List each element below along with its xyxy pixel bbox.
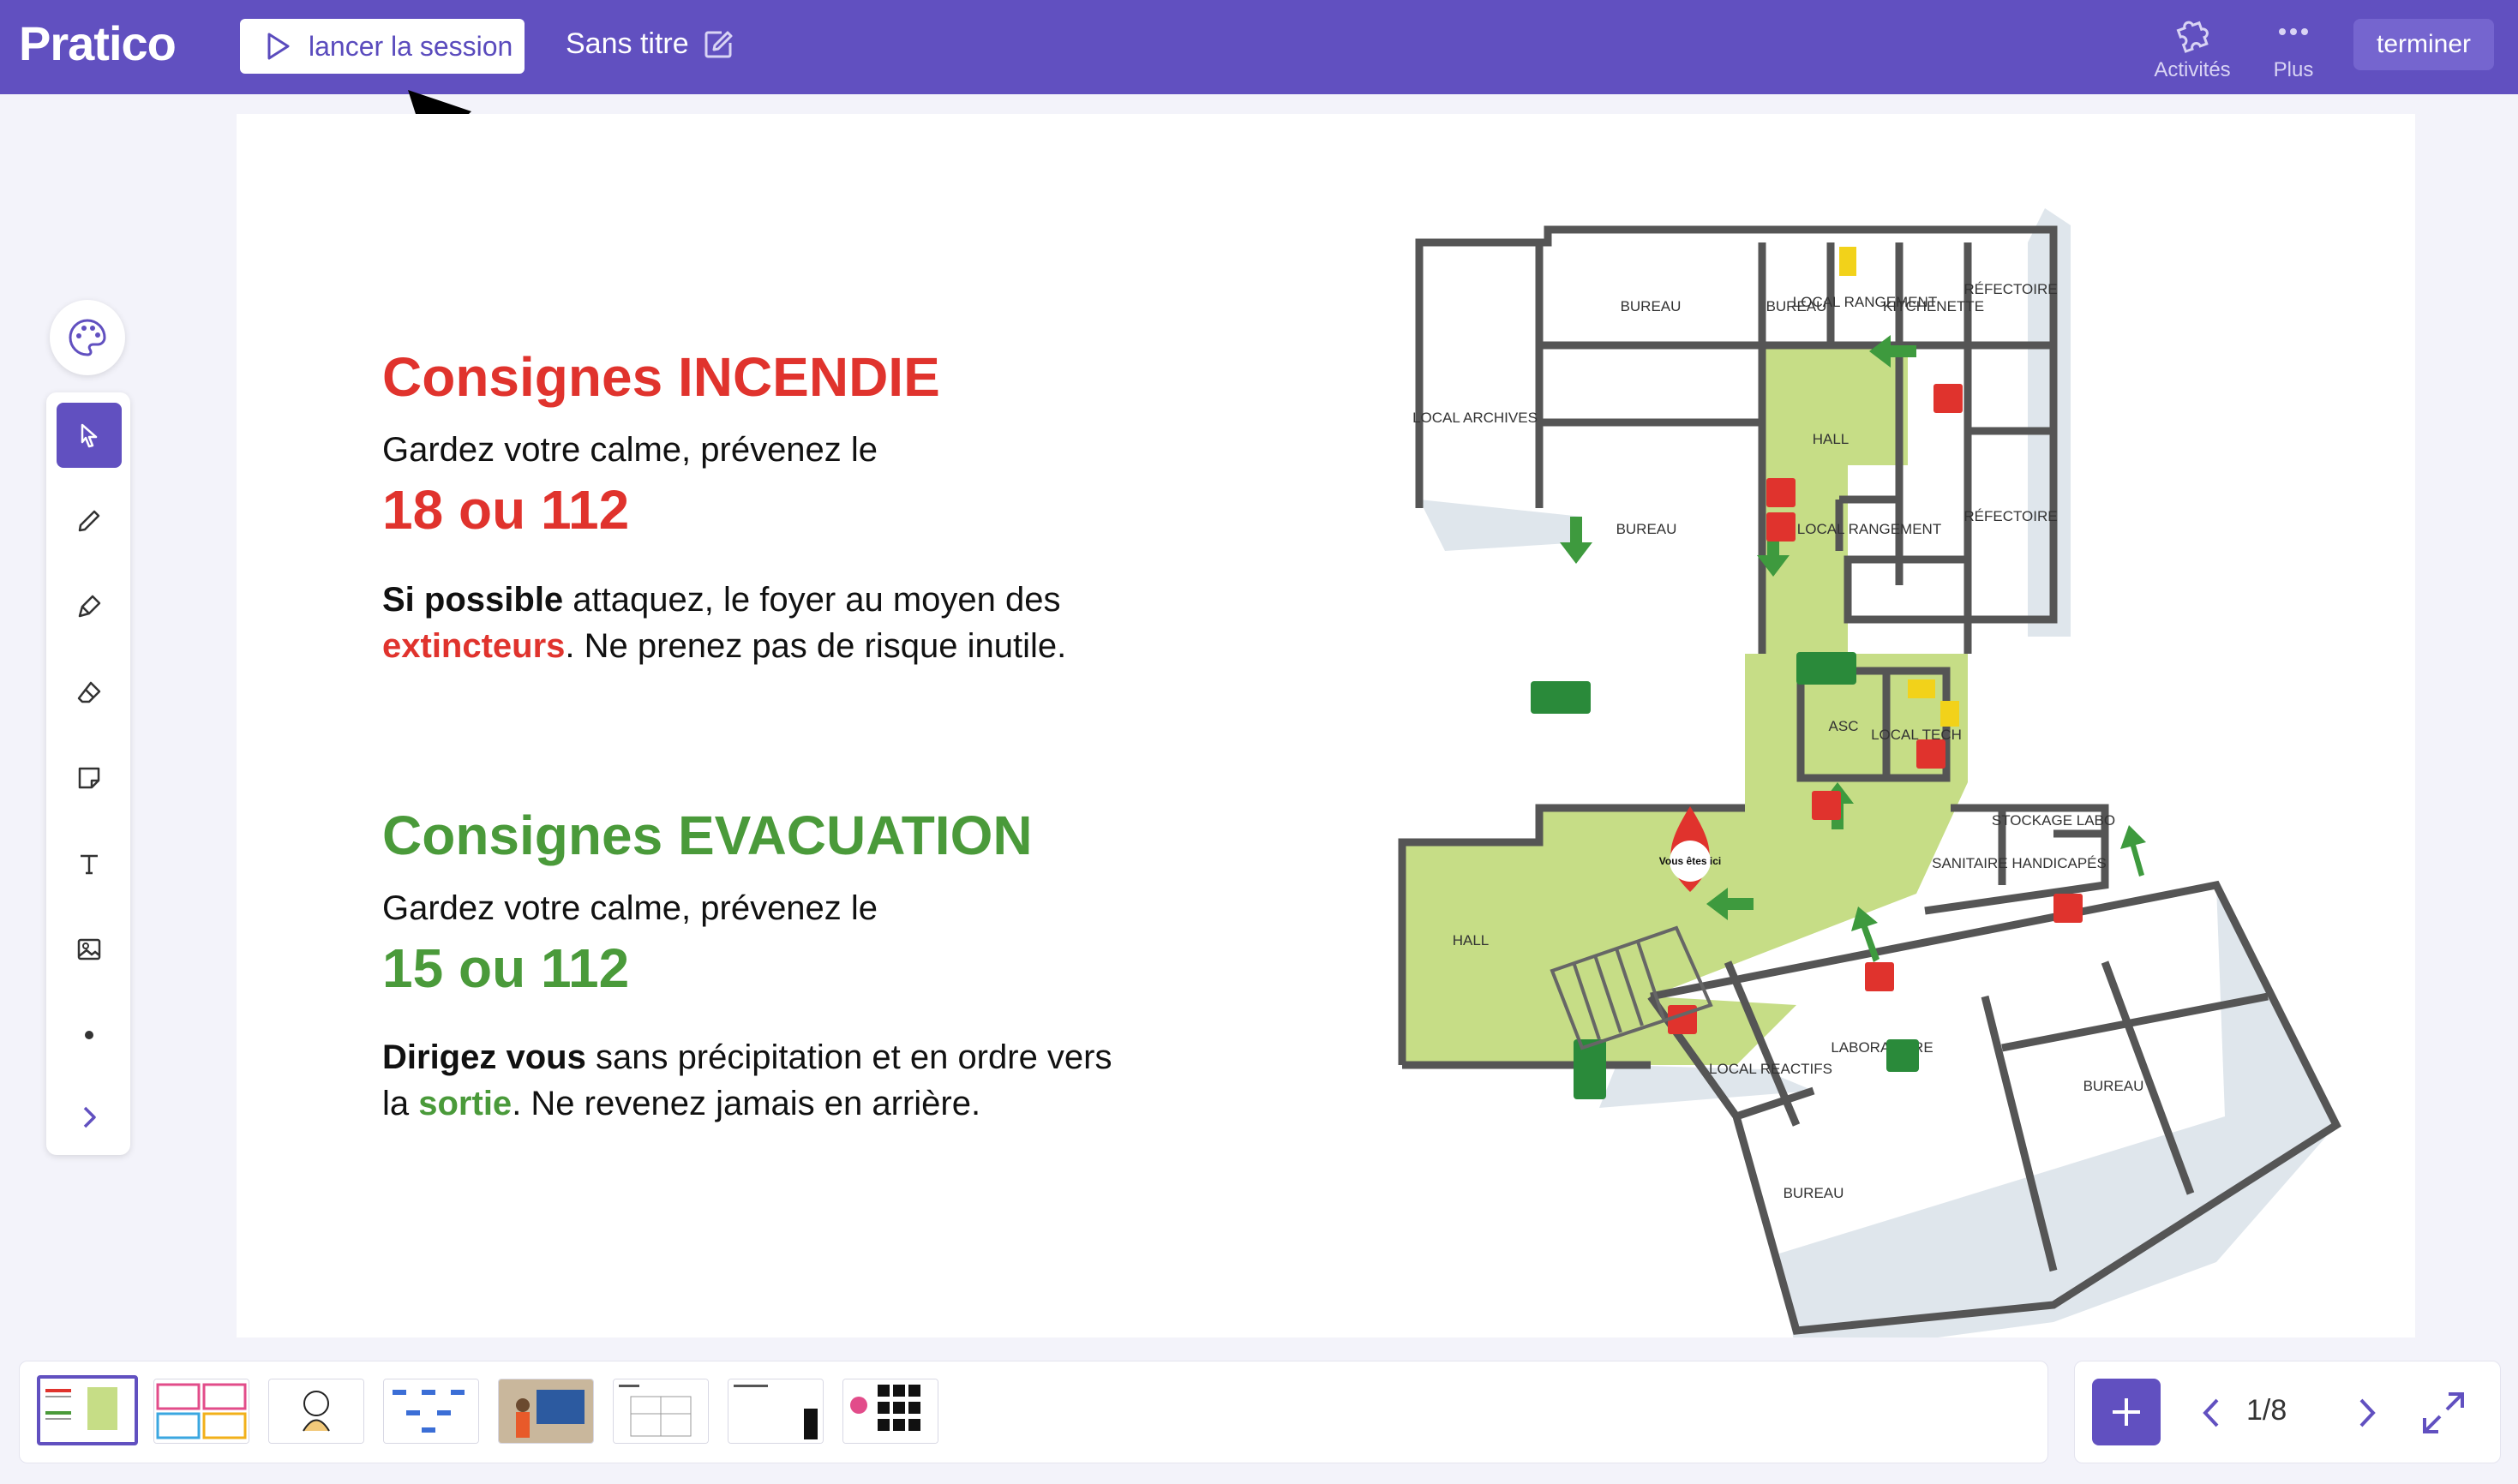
slide-thumbnail[interactable] — [728, 1379, 824, 1444]
fire-instruction: Gardez votre calme, prévenez le — [382, 431, 878, 469]
previous-page-button[interactable] — [2200, 1397, 2222, 1428]
map-label-bureau-1: BUREAU — [1621, 298, 1682, 314]
map-label-hall-1: HALL — [1813, 431, 1850, 447]
map-label-bureau-5: BUREAU — [1784, 1185, 1844, 1201]
slide-preview-2 — [154, 1379, 249, 1443]
app-logo: Pratico — [19, 16, 177, 70]
evac-paragraph: Dirigez vous sans précipitation et en or… — [382, 1038, 1112, 1122]
page-indicator: 1/8 — [2246, 1394, 2287, 1427]
highlighter-tool[interactable] — [57, 574, 122, 639]
fire-number: 18 ou 112 — [382, 479, 630, 541]
slide-preview-3 — [269, 1379, 363, 1443]
map-label-asc: ASC — [1829, 718, 1859, 734]
slide-thumbnail[interactable] — [153, 1379, 249, 1444]
dot-size-tool[interactable] — [57, 1002, 122, 1068]
finish-button[interactable]: terminer — [2353, 19, 2494, 70]
map-label-refectoire-1: RÉFECTOIRE — [1963, 281, 2057, 297]
map-label-local-reactifs: LOCAL REACTIFS — [1709, 1061, 1832, 1077]
slide-thumbnail[interactable] — [268, 1379, 364, 1444]
emergency-exit-sign-2 — [1796, 652, 1856, 685]
text-icon — [81, 854, 98, 875]
first-aid-sign — [1886, 1039, 1919, 1072]
edit-icon[interactable] — [703, 29, 734, 60]
map-label-hall-2: HALL — [1453, 932, 1490, 948]
activities-label: Activités — [2154, 58, 2231, 81]
map-label-stockage-labo: STOCKAGE LABO — [1992, 812, 2115, 829]
chevron-right-icon — [83, 1106, 96, 1128]
sticky-note-icon — [78, 767, 100, 789]
image-icon — [77, 938, 101, 960]
top-bar: Pratico lancer la session Sans titre Act… — [0, 0, 2518, 94]
evac-number: 15 ou 112 — [382, 937, 630, 999]
launch-session-label: lancer la session — [309, 30, 513, 62]
image-tool[interactable] — [57, 917, 122, 982]
map-label-sanitaire: SANITAIRE HANDICAPÉS — [1932, 855, 2107, 871]
evac-title: Consignes EVACUATION — [382, 805, 1033, 866]
text-tool[interactable] — [57, 831, 122, 896]
expand-toolbar-button[interactable] — [57, 1085, 122, 1150]
eraser-tool[interactable] — [57, 660, 122, 725]
map-label-local-rangement-2: LOCAL RANGEMENT — [1797, 521, 1941, 537]
slide-thumbnail[interactable] — [842, 1379, 938, 1444]
play-icon — [267, 33, 290, 60]
plus-icon — [2113, 1398, 2140, 1426]
evac-instruction: Gardez votre calme, prévenez le — [382, 889, 878, 927]
slide-preview-1 — [40, 1379, 135, 1442]
map-label-local-archives: LOCAL ARCHIVES — [1412, 410, 1538, 426]
map-label-bureau-3: BUREAU — [1616, 521, 1677, 537]
emergency-exit-sign-3 — [1574, 1039, 1606, 1099]
map-label-local-tech: LOCAL TECH — [1871, 727, 1962, 743]
slide-preview-7 — [728, 1379, 823, 1443]
puzzle-icon — [2176, 21, 2209, 53]
more-button[interactable]: Plus — [2259, 10, 2328, 86]
map-label-refectoire-2: RÉFECTOIRE — [1963, 508, 2057, 524]
add-slide-button[interactable] — [2092, 1379, 2161, 1445]
pen-tool[interactable] — [57, 488, 122, 554]
dot-icon — [85, 1031, 93, 1039]
sticky-note-tool[interactable] — [57, 745, 122, 811]
slide-thumbnail[interactable] — [37, 1375, 138, 1445]
launch-session-button[interactable]: lancer la session — [240, 19, 525, 74]
activities-button[interactable]: Activités — [2143, 10, 2242, 86]
select-tool[interactable] — [57, 403, 122, 468]
map-label-bureau-4: BUREAU — [2083, 1078, 2144, 1094]
eraser-icon — [77, 681, 101, 703]
next-page-button[interactable] — [2356, 1397, 2378, 1428]
svg-text:Vous êtes ici: Vous êtes ici — [1659, 855, 1721, 867]
fire-title: Consignes INCENDIE — [382, 346, 940, 408]
slide-canvas[interactable]: Consignes INCENDIE Gardez votre calme, p… — [237, 114, 2415, 1337]
slide-preview-8 — [843, 1379, 938, 1443]
slide-thumbnail[interactable] — [498, 1379, 594, 1444]
palette-icon — [69, 319, 106, 356]
slide-thumbnail[interactable] — [383, 1379, 479, 1444]
slide-thumbnails-bar — [19, 1361, 2048, 1463]
slide-preview-6 — [614, 1379, 708, 1443]
slide-preview-4 — [384, 1379, 478, 1443]
highlighter-icon — [78, 595, 101, 618]
document-title[interactable]: Sans titre — [566, 27, 734, 61]
map-label-kitchenette: KITCHENETTE — [1883, 298, 1984, 314]
more-label: Plus — [2273, 58, 2314, 81]
document-title-text: Sans titre — [566, 27, 689, 60]
pen-icon — [78, 510, 100, 532]
emergency-exit-sign-1 — [1531, 681, 1591, 714]
floor-plan-image: BUREAU BUREAU LOCAL RANGEMENT KITCHENETT… — [1398, 208, 2341, 1337]
more-dots-icon — [2279, 28, 2308, 35]
cursor-icon — [81, 423, 98, 448]
slide-preview-5 — [499, 1379, 593, 1443]
page-navigation: 1/8 — [2074, 1361, 2501, 1463]
fullscreen-icon[interactable] — [2418, 1387, 2469, 1439]
slide-thumbnail[interactable] — [613, 1379, 709, 1444]
drawing-toolbar — [46, 392, 130, 1155]
color-palette-button[interactable] — [50, 300, 125, 375]
fire-paragraph: Si possible attaquez, le foyer au moyen … — [382, 581, 1067, 665]
